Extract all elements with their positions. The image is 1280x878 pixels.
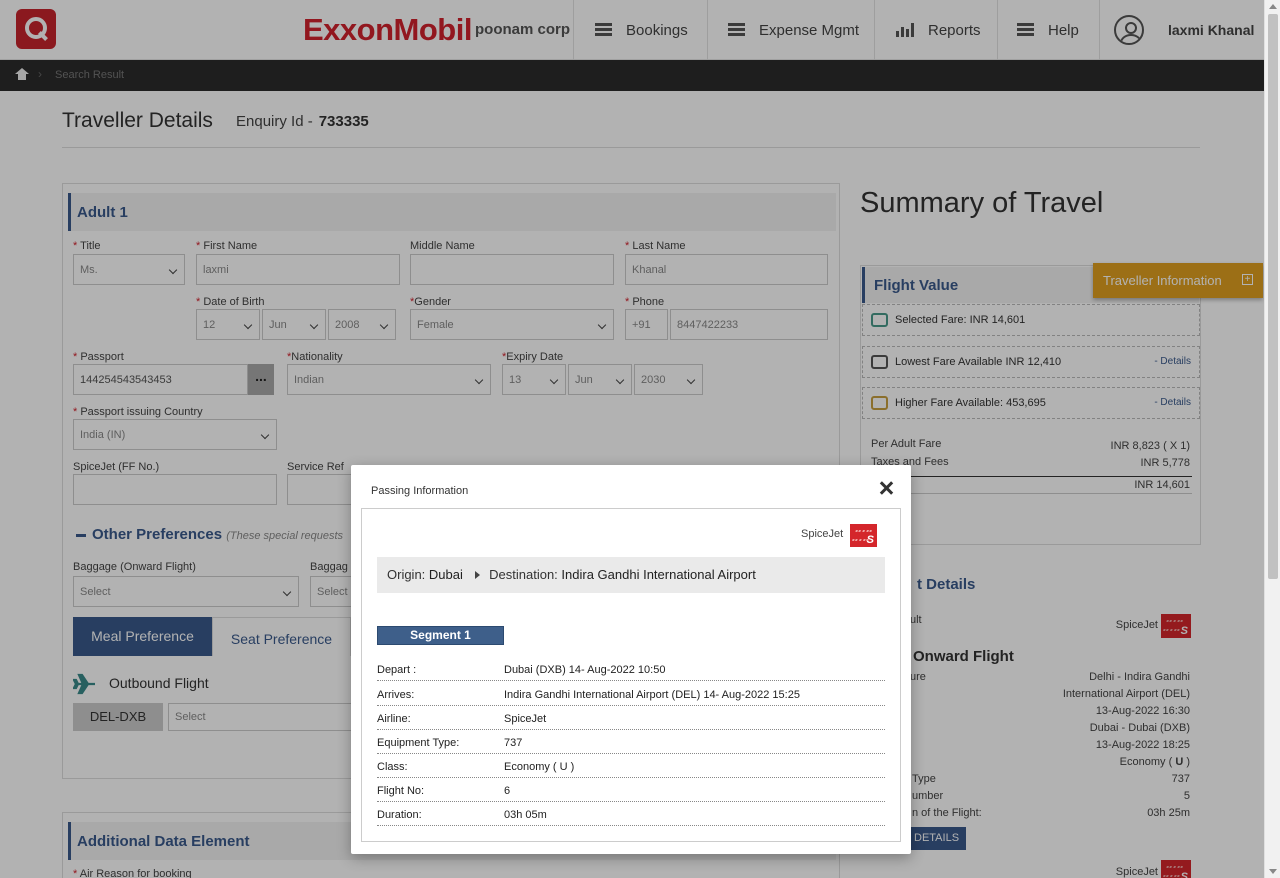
passing-information-modal: Passing Information SpiceJet Origin: Dub… — [351, 465, 911, 854]
scrollbar[interactable] — [1264, 0, 1280, 878]
destination-label: Destination: — [489, 567, 558, 582]
detail-row-equipment: Equipment Type: 737 — [377, 730, 885, 754]
route-bar: Origin: Dubai Destination: Indira Gandhi… — [377, 557, 885, 593]
modal-title: Passing Information — [371, 485, 469, 497]
detail-row-arrives: Arrives: Indira Gandhi International Airp… — [377, 682, 885, 706]
scroll-thumb[interactable] — [1268, 14, 1278, 579]
destination-value: Indira Gandhi International Airport — [561, 567, 756, 582]
modal-airline: SpiceJet — [801, 528, 844, 540]
segment-badge: Segment 1 — [377, 626, 504, 645]
detail-row-airline: Airline: SpiceJet — [377, 706, 885, 730]
close-icon[interactable] — [879, 481, 893, 495]
detail-row-class: Class: Economy ( U ) — [377, 754, 885, 778]
spicejet-logo — [850, 524, 877, 547]
detail-row-duration: Duration: 03h 05m — [377, 802, 885, 826]
detail-row-depart: Depart : Dubai (DXB) 14- Aug-2022 10:50 — [377, 657, 885, 681]
caret-right-icon — [474, 571, 480, 580]
detail-row-flight-no: Flight No: 6 — [377, 778, 885, 802]
scroll-up-arrow[interactable] — [1269, 4, 1277, 9]
scroll-down-arrow[interactable] — [1269, 869, 1277, 874]
origin-label: Origin: — [387, 567, 426, 582]
origin-value: Dubai — [428, 567, 463, 582]
